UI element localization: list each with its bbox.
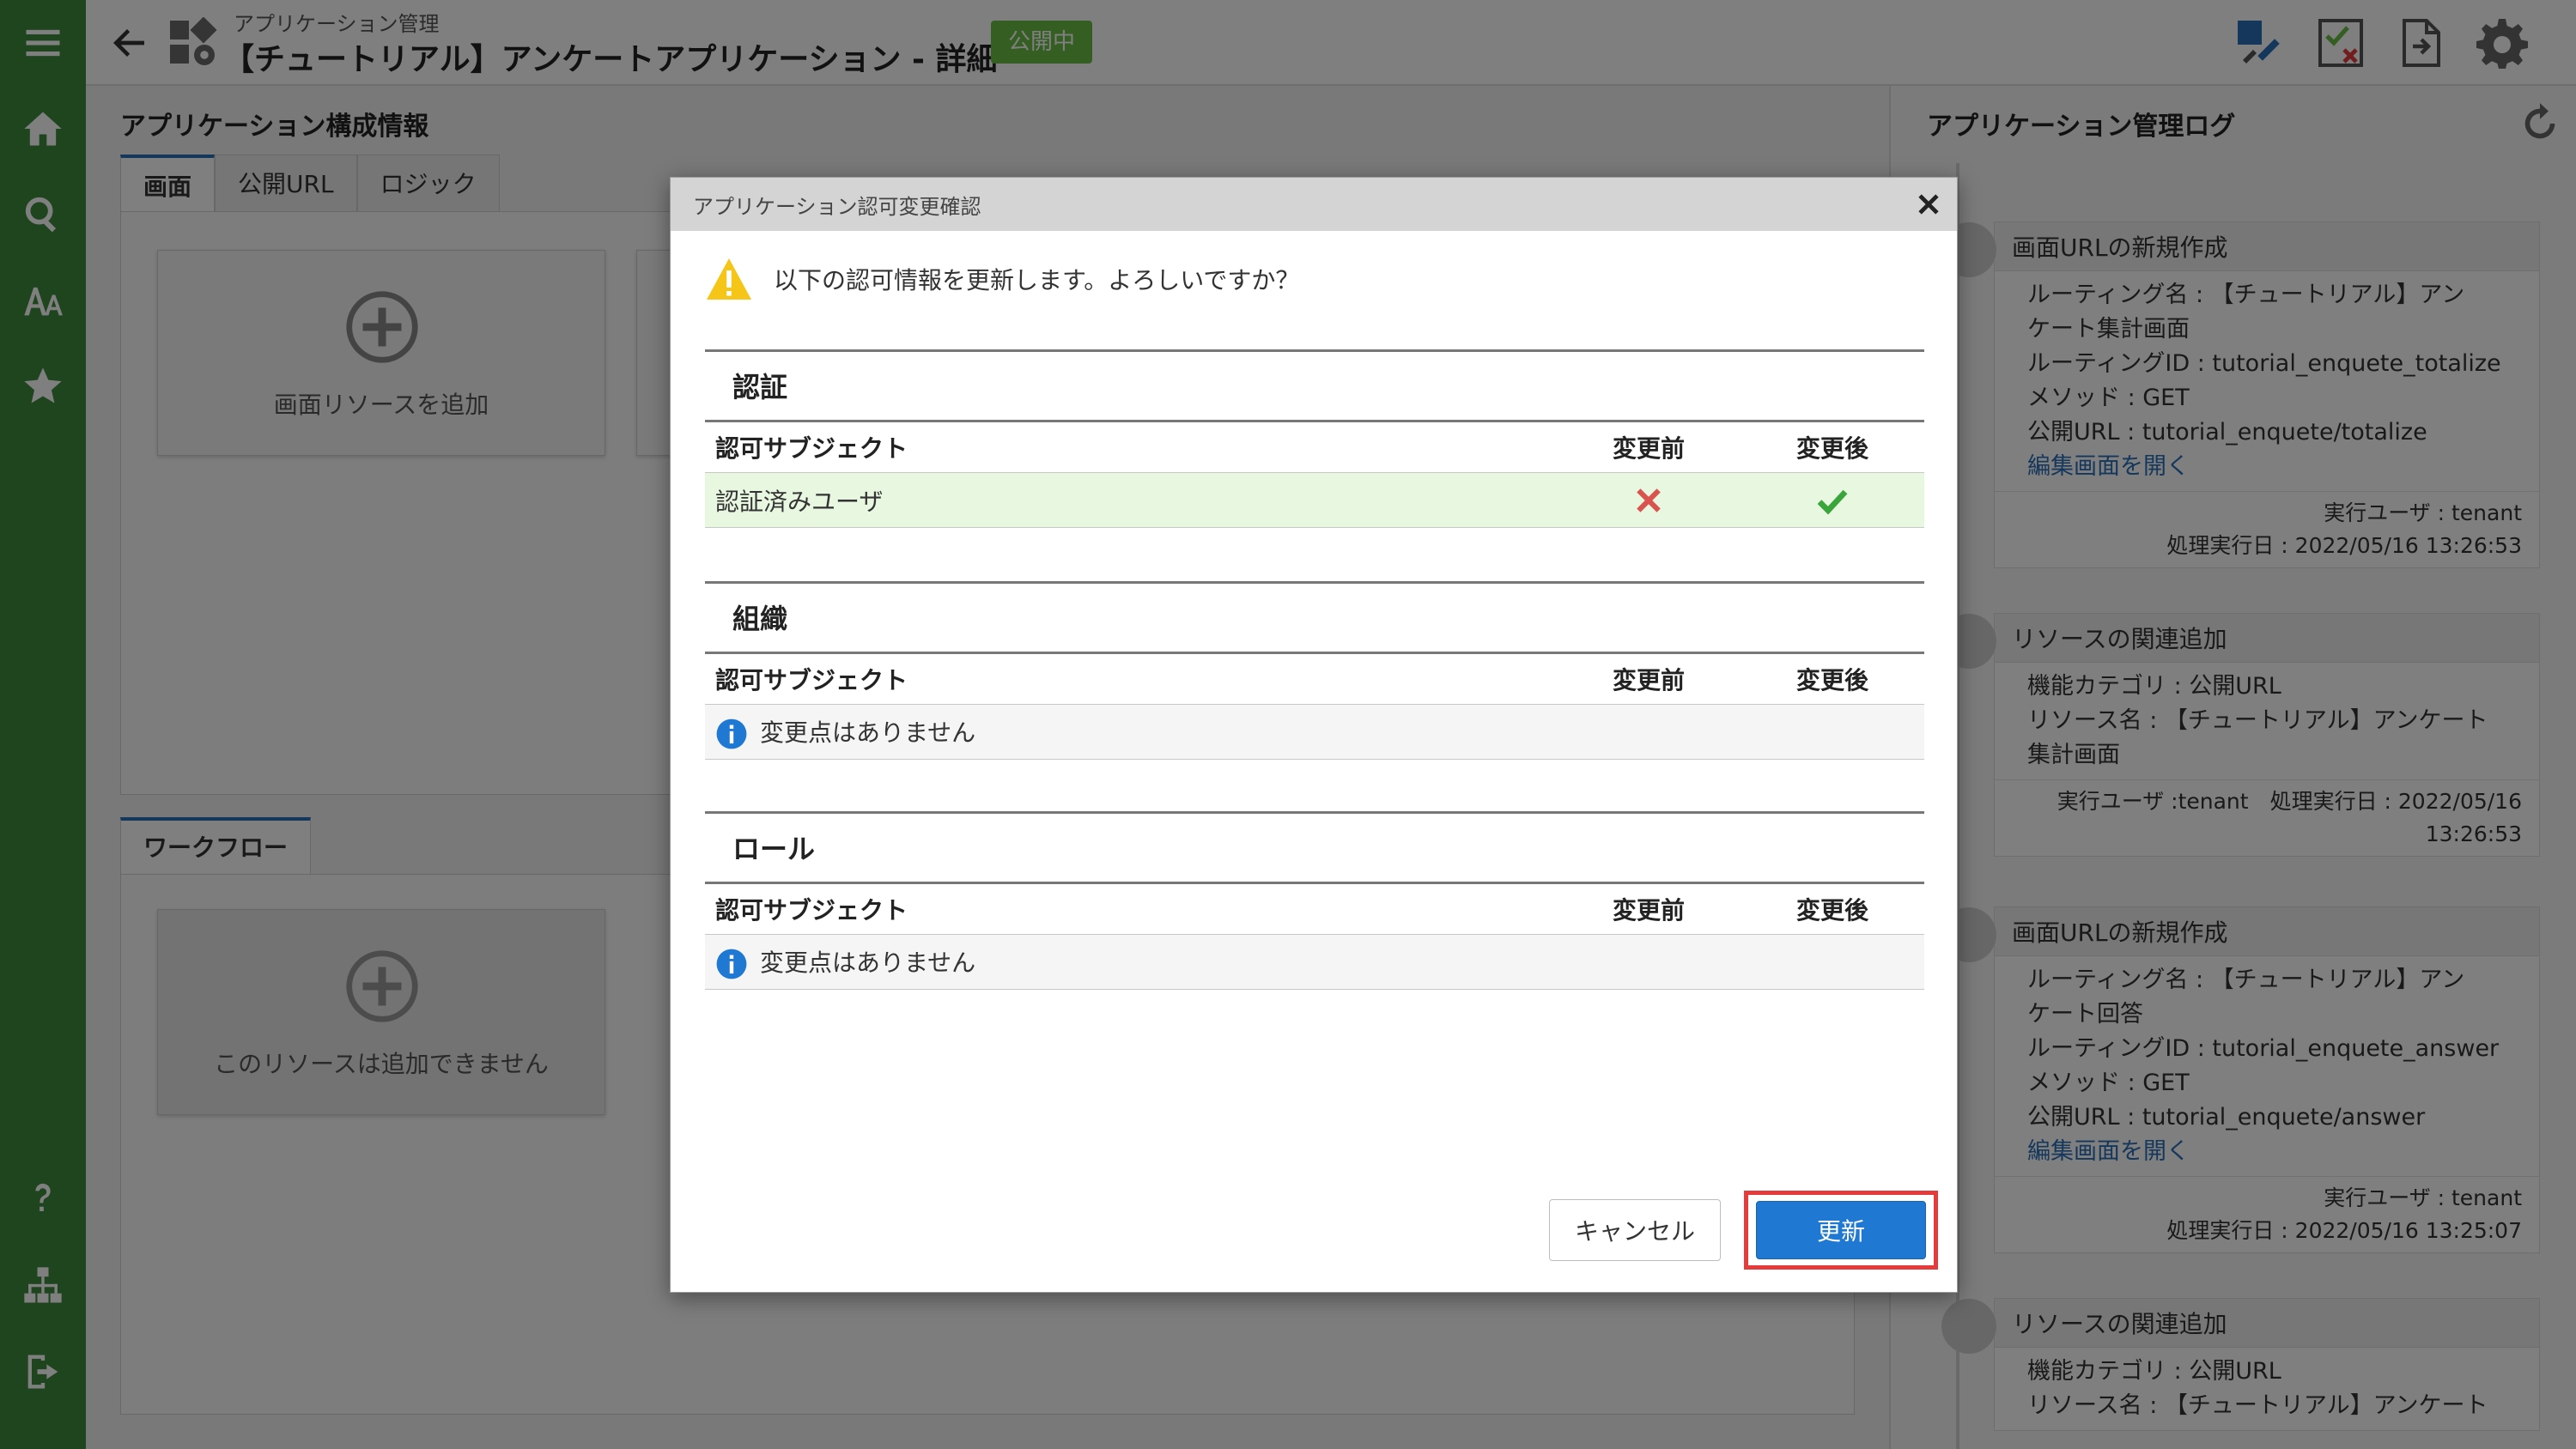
section-title: 組織 <box>705 581 1924 652</box>
column-header-after: 変更後 <box>1741 882 1924 935</box>
column-header-after: 変更後 <box>1741 652 1924 705</box>
column-header-subject: 認可サブジェクト <box>705 652 1557 705</box>
column-header-after: 変更後 <box>1741 420 1924 473</box>
no-change-text: 変更点はありません <box>760 718 976 747</box>
no-change-cell: 変更点はありません <box>705 704 1924 760</box>
before-value <box>1557 472 1741 528</box>
column-header-before: 変更前 <box>1557 420 1741 473</box>
column-header-subject: 認可サブジェクト <box>705 882 1557 935</box>
column-header-subject: 認可サブジェクト <box>705 420 1557 473</box>
no-change-text: 変更点はありません <box>760 948 976 977</box>
cross-icon <box>1637 488 1661 512</box>
role-section: ロール 認可サブジェクト 変更前 変更後 変更点はありません <box>705 811 1924 990</box>
subject-label: 認証済みユーザ <box>705 472 1557 528</box>
organization-table: 認可サブジェクト 変更前 変更後 変更点はありません <box>705 652 1924 760</box>
organization-section: 組織 認可サブジェクト 変更前 変更後 変更点はありません <box>705 581 1924 760</box>
warning-icon <box>707 258 751 300</box>
column-header-before: 変更前 <box>1557 652 1741 705</box>
dialog-header: アプリケーション認可変更確認 <box>671 178 1957 231</box>
table-row: 変更点はありません <box>705 934 1924 990</box>
table-row: 認証済みユーザ <box>705 472 1924 528</box>
check-icon <box>1817 489 1848 514</box>
role-table: 認可サブジェクト 変更前 変更後 変更点はありません <box>705 882 1924 990</box>
confirm-message: 以下の認可情報を更新します。よろしいですか？ <box>774 266 1300 294</box>
no-change-cell: 変更点はありません <box>705 934 1924 990</box>
authorization-change-dialog: アプリケーション認可変更確認 以下の認可情報を更新します。よろしいですか？ 認証… <box>670 177 1958 1293</box>
section-title: 認証 <box>705 349 1924 420</box>
table-row: 変更点はありません <box>705 704 1924 760</box>
auth-section: 認証 認可サブジェクト 変更前 変更後 認証済みユーザ <box>705 349 1924 528</box>
cancel-button[interactable]: キャンセル <box>1549 1199 1721 1261</box>
column-header-before: 変更前 <box>1557 882 1741 935</box>
dialog-title: アプリケーション認可変更確認 <box>693 195 981 219</box>
close-icon[interactable] <box>1914 190 1943 219</box>
update-button[interactable]: 更新 <box>1756 1201 1926 1259</box>
auth-table: 認可サブジェクト 変更前 変更後 認証済みユーザ <box>705 420 1924 528</box>
after-value <box>1741 472 1924 528</box>
info-icon <box>716 718 747 749</box>
info-icon <box>716 949 747 979</box>
section-title: ロール <box>705 811 1924 882</box>
